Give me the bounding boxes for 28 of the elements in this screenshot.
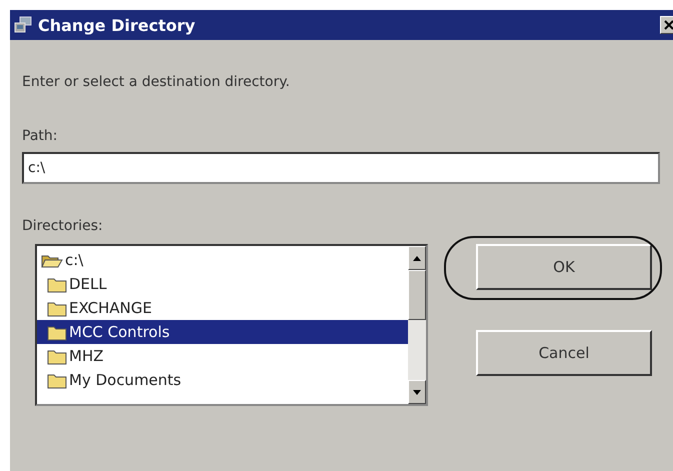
folder-icon <box>47 324 67 340</box>
instruction-text: Enter or select a destination directory. <box>22 74 291 90</box>
directory-item[interactable]: MCC Controls <box>37 320 408 344</box>
directory-list[interactable]: c:\ DELL EXCHANGE MCC Controls MHZ My Documents <box>35 244 428 406</box>
folder-icon <box>47 276 67 292</box>
scroll-up-button[interactable] <box>408 246 426 270</box>
scroll-down-button[interactable] <box>408 380 426 404</box>
close-button[interactable] <box>660 16 673 34</box>
close-icon <box>664 20 673 30</box>
directory-item[interactable]: MHZ <box>37 344 408 368</box>
dialog-button[interactable]: OK <box>476 244 652 290</box>
directory-item[interactable]: c:\ <box>37 248 408 272</box>
scrollbar[interactable] <box>408 246 426 404</box>
window-icon <box>14 16 34 34</box>
path-field[interactable]: c:\ <box>22 152 660 184</box>
directory-item[interactable]: DELL <box>37 272 408 296</box>
folder-icon <box>47 372 67 388</box>
directory-item[interactable]: EXCHANGE <box>37 296 408 320</box>
down-arrow-icon <box>413 390 421 394</box>
scroll-thumb[interactable] <box>408 270 426 320</box>
up-arrow-icon <box>413 256 421 260</box>
folder-icon <box>47 300 67 316</box>
dialog-button[interactable]: Cancel <box>476 330 652 376</box>
directory-item[interactable]: My Documents <box>37 368 408 392</box>
folder-icon <box>47 348 67 364</box>
window-title: Change Directory <box>38 16 196 34</box>
directories-label: Directories: <box>22 218 104 234</box>
path-label: Path: <box>22 128 58 144</box>
